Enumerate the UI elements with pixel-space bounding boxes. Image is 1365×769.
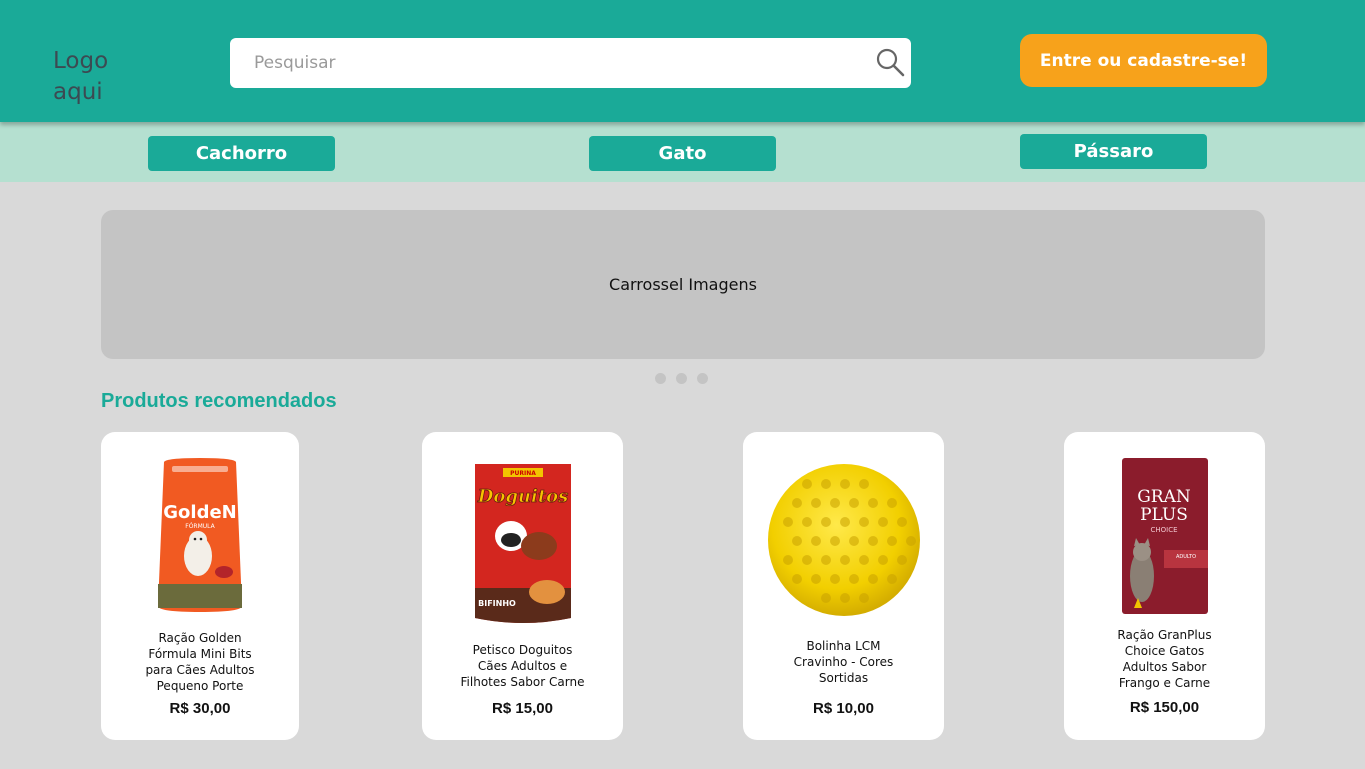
- svg-text:PURINA: PURINA: [510, 470, 536, 477]
- product-image-granplus: GRAN PLUS CHOICE ADULTO: [1121, 458, 1208, 614]
- search-input[interactable]: [230, 38, 850, 88]
- svg-text:GoldeN: GoldeN: [163, 502, 236, 523]
- logo[interactable]: Logo aqui: [53, 46, 133, 108]
- category-dog-button[interactable]: Cachorro: [148, 136, 335, 171]
- carousel-label: Carrossel Imagens: [609, 275, 757, 294]
- login-signup-button[interactable]: Entre ou cadastre-se!: [1020, 34, 1267, 87]
- product-card[interactable]: Bolinha LCM Cravinho - Cores Sortidas R$…: [743, 432, 944, 740]
- product-name: Petisco Doguitos Cães Adultos e Filhotes…: [460, 643, 585, 689]
- search-icon[interactable]: [874, 46, 906, 78]
- svg-text:CHOICE: CHOICE: [1150, 526, 1177, 534]
- carousel-dot[interactable]: [697, 373, 708, 384]
- category-bar: Cachorro Gato Pássaro: [0, 122, 1365, 182]
- product-image-ball: [767, 464, 920, 616]
- product-name: Ração GranPlus Choice Gatos Adultos Sabo…: [1117, 628, 1212, 690]
- product-image-golden: GoldeN FÓRMULA: [158, 458, 242, 612]
- section-title: Produtos recomendados: [101, 390, 337, 412]
- svg-text:BIFINHO: BIFINHO: [478, 599, 516, 608]
- product-card[interactable]: PURINA Doguitos BIFINHO Petisco Doguitos…: [422, 432, 623, 740]
- search-bar[interactable]: [230, 38, 911, 88]
- category-cat-button[interactable]: Gato: [589, 136, 776, 171]
- product-card[interactable]: GRAN PLUS CHOICE ADULTO Ração GranPlus C…: [1064, 432, 1265, 740]
- carousel-dot[interactable]: [676, 373, 687, 384]
- svg-text:ADULTO: ADULTO: [1175, 554, 1195, 560]
- svg-text:PLUS: PLUS: [1140, 505, 1188, 525]
- product-price: R$ 30,00: [169, 700, 231, 717]
- product-name: Bolinha LCM Cravinho - Cores Sortidas: [793, 639, 894, 685]
- product-card[interactable]: GoldeN FÓRMULA Ração Golden Fórmula Mini…: [101, 432, 299, 740]
- svg-text:FÓRMULA: FÓRMULA: [185, 523, 215, 530]
- product-price: R$ 15,00: [492, 700, 553, 717]
- site-header: Logo aqui Entre ou cadastre-se!: [0, 0, 1365, 122]
- svg-text:Doguitos: Doguitos: [476, 486, 568, 507]
- product-name: Ração Golden Fórmula Mini Bits para Cães…: [145, 631, 255, 693]
- carousel-dot[interactable]: [655, 373, 666, 384]
- carousel-dots: [655, 373, 708, 384]
- product-image-doguitos: PURINA Doguitos BIFINHO: [474, 464, 571, 623]
- product-price: R$ 10,00: [813, 700, 874, 717]
- svg-text:GRAN: GRAN: [1137, 487, 1191, 507]
- category-bird-button[interactable]: Pássaro: [1020, 134, 1207, 169]
- product-price: R$ 150,00: [1129, 699, 1200, 716]
- image-carousel[interactable]: Carrossel Imagens: [101, 210, 1265, 359]
